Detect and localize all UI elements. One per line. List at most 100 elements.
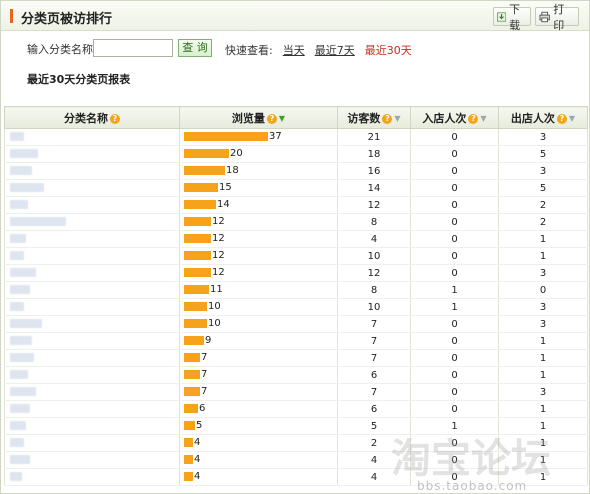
views-bar (184, 319, 207, 329)
category-search-input[interactable] (93, 39, 173, 57)
col-category-name[interactable]: 分类名称? (4, 106, 180, 129)
enter-cell: 0 (410, 145, 499, 163)
table-row: 4401 (4, 451, 588, 469)
category-name-cell[interactable] (4, 298, 180, 316)
category-name-cell[interactable] (4, 451, 180, 469)
views-value: 18 (226, 165, 239, 177)
sort-icon[interactable]: ▼ (569, 114, 575, 123)
views-bar (184, 438, 193, 448)
quick-view-30days[interactable]: 最近30天 (365, 42, 412, 58)
table-row: 12 10 0 1 (4, 247, 588, 265)
views-cell: 12 (179, 247, 338, 265)
views-cell: 9 (179, 332, 338, 350)
quick-view-today[interactable]: 当天 (283, 42, 305, 58)
visitors-cell: 14 (337, 179, 411, 197)
views-bar (184, 285, 209, 295)
col-views[interactable]: 浏览量? ▼ (179, 106, 338, 129)
col-enter[interactable]: 入店人次? ▼ (410, 106, 499, 129)
views-cell: 14 (179, 196, 338, 214)
enter-cell: 0 (410, 230, 499, 248)
help-icon[interactable]: ? (468, 113, 479, 124)
col-exit[interactable]: 出店人次? ▼ (498, 106, 588, 129)
category-name-cell[interactable] (4, 196, 180, 214)
category-name-cell[interactable] (4, 434, 180, 452)
sort-desc-icon[interactable]: ▼ (279, 114, 285, 123)
exit-cell: 5 (498, 179, 588, 197)
views-value: 5 (196, 420, 203, 432)
views-value: 12 (212, 250, 225, 262)
visitors-cell: 2 (337, 434, 411, 452)
exit-cell: 3 (498, 128, 588, 146)
exit-cell: 3 (498, 383, 588, 401)
views-bar (184, 472, 193, 482)
redacted-name (10, 234, 26, 243)
category-name-cell[interactable] (4, 383, 180, 401)
print-button[interactable]: 打印 (535, 3, 579, 32)
exit-cell: 1 (498, 230, 588, 248)
views-value: 10 (208, 318, 221, 330)
views-bar (184, 217, 211, 227)
enter-cell: 0 (410, 451, 499, 469)
category-name-cell[interactable] (4, 145, 180, 163)
views-cell: 6 (179, 400, 338, 418)
redacted-name (10, 268, 36, 277)
exit-cell: 1 (498, 247, 588, 265)
category-name-cell[interactable] (4, 349, 180, 367)
enter-cell: 1 (410, 281, 499, 299)
enter-cell: 0 (410, 315, 499, 333)
category-name-cell[interactable] (4, 162, 180, 180)
category-name-cell[interactable] (4, 247, 180, 265)
help-icon[interactable]: ? (382, 113, 393, 124)
category-name-cell[interactable] (4, 230, 180, 248)
visitors-cell: 8 (337, 213, 411, 231)
redacted-name (10, 336, 32, 345)
category-name-cell[interactable] (4, 213, 180, 231)
download-label: 下载 (509, 2, 521, 32)
category-name-cell[interactable] (4, 128, 180, 146)
category-name-cell[interactable] (4, 332, 180, 350)
views-cell: 7 (179, 366, 338, 384)
help-icon[interactable]: ? (266, 113, 277, 124)
visitors-cell: 7 (337, 383, 411, 401)
category-name-cell[interactable] (4, 315, 180, 333)
visitors-cell: 6 (337, 400, 411, 418)
help-icon[interactable]: ? (556, 113, 567, 124)
views-bar (184, 455, 193, 465)
views-cell: 10 (179, 298, 338, 316)
download-button[interactable]: 下载 (493, 3, 531, 32)
category-name-cell[interactable] (4, 179, 180, 197)
views-value: 4 (194, 471, 201, 483)
table-row: 9 701 (4, 332, 588, 350)
category-name-cell[interactable] (4, 468, 180, 486)
search-button[interactable]: 查 询 (178, 39, 212, 57)
views-value: 7 (201, 369, 208, 381)
sort-icon[interactable]: ▼ (480, 114, 486, 123)
views-cell: 4 (179, 468, 338, 486)
category-name-cell[interactable] (4, 417, 180, 435)
views-cell: 12 (179, 264, 338, 282)
category-name-cell[interactable] (4, 366, 180, 384)
help-icon[interactable]: ? (110, 113, 120, 124)
enter-cell: 0 (410, 332, 499, 350)
category-name-cell[interactable] (4, 281, 180, 299)
printer-icon (539, 11, 550, 22)
views-bar (184, 183, 218, 193)
views-bar (184, 234, 211, 244)
sort-icon[interactable]: ▼ (394, 114, 400, 123)
visitors-cell: 7 (337, 315, 411, 333)
views-cell: 5 (179, 417, 338, 435)
exit-cell: 5 (498, 145, 588, 163)
table-row: 15 14 0 5 (4, 179, 588, 197)
quick-view-7days[interactable]: 最近7天 (315, 42, 355, 58)
views-cell: 37 (179, 128, 338, 146)
category-name-cell[interactable] (4, 400, 180, 418)
exit-cell: 2 (498, 213, 588, 231)
visitors-cell: 16 (337, 162, 411, 180)
watermark-url: bbs.taobao.com (417, 479, 528, 493)
category-table: 分类名称? 浏览量? ▼ 访客数? ▼ 入店人次? ▼ 出店人次? ▼ 37 21 0 3 20… (4, 106, 588, 486)
views-cell: 4 (179, 451, 338, 469)
redacted-name (10, 149, 38, 158)
panel-header: 分类页被访排行 下载 打印 (1, 1, 589, 32)
col-visitors[interactable]: 访客数? ▼ (337, 106, 411, 129)
category-name-cell[interactable] (4, 264, 180, 282)
